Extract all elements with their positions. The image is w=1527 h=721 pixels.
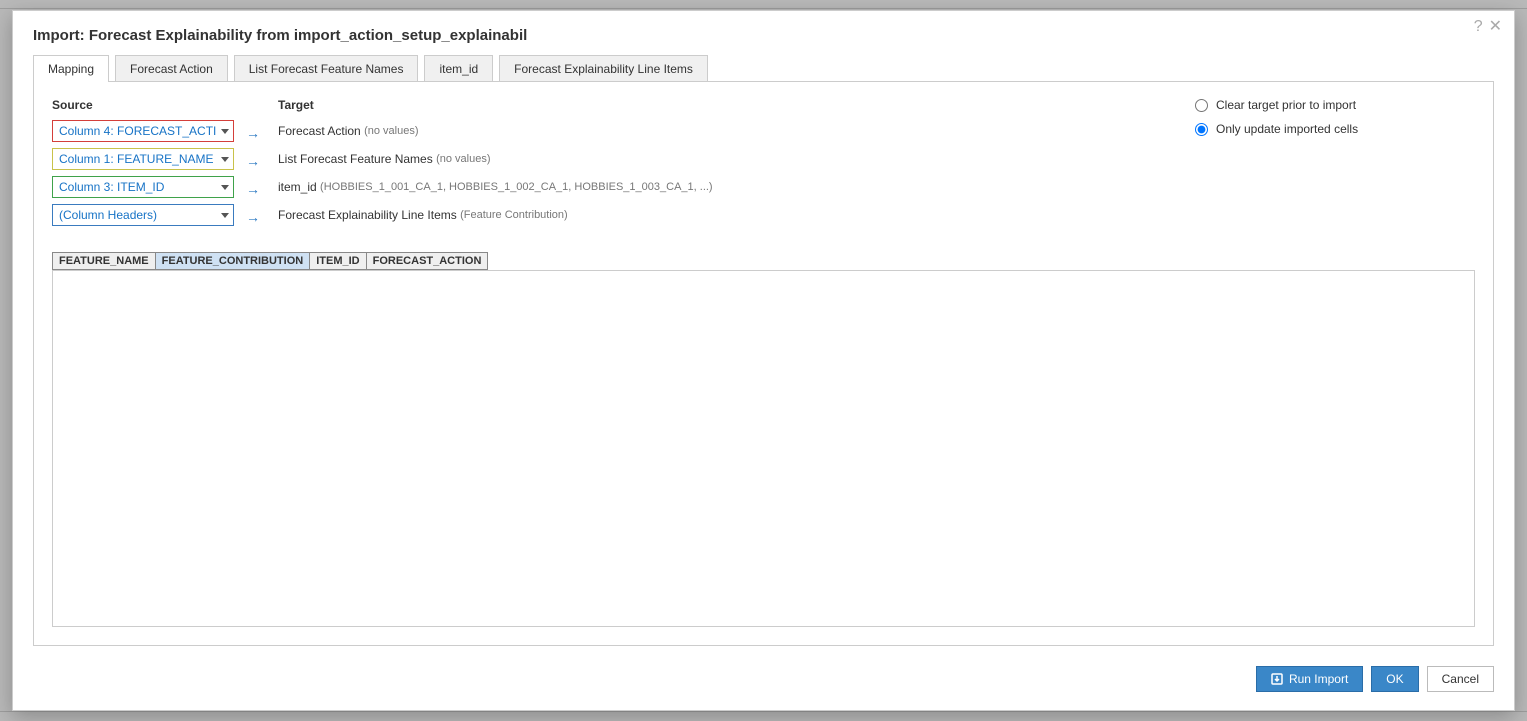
chevron-down-icon [221,213,229,218]
run-import-label: Run Import [1289,672,1348,686]
source-select-label: Column 4: FORECAST_ACTI [59,124,217,138]
source-select-label: Column 3: ITEM_ID [59,180,217,194]
target-hint-2: (HOBBIES_1_001_CA_1, HOBBIES_1_002_CA_1,… [320,181,713,193]
source-select-label: Column 1: FEATURE_NAME [59,152,217,166]
column-tag[interactable]: ITEM_ID [309,252,365,270]
ok-label: OK [1386,672,1403,686]
tab-forecast-explainability-line-items[interactable]: Forecast Explainability Line Items [499,55,708,82]
radio-clear-target[interactable] [1195,99,1208,112]
target-label-2: item_id [278,180,317,194]
column-tag[interactable]: FORECAST_ACTION [366,252,489,270]
tab-mapping[interactable]: Mapping [33,55,109,82]
target-label-1: List Forecast Feature Names [278,152,433,166]
source-header: Source [52,98,234,112]
column-tag-strip: FEATURE_NAME FEATURE_CONTRIBUTION ITEM_I… [52,252,1475,270]
radio-clear-target-label: Clear target prior to import [1216,98,1356,112]
tab-content-mapping: Source Column 4: FORECAST_ACTI Column 1:… [33,81,1494,646]
tab-row: Mapping Forecast Action List Forecast Fe… [33,54,1494,81]
radio-only-update[interactable] [1195,123,1208,136]
close-icon[interactable]: ✕ [1489,19,1502,35]
help-icon[interactable]: ? [1474,19,1483,35]
ok-button[interactable]: OK [1371,666,1418,692]
import-dialog: ? ✕ Import: Forecast Explainability from… [12,10,1515,711]
target-hint-0: (no values) [364,125,418,137]
cancel-label: Cancel [1442,672,1479,686]
arrow-right-icon: → [246,209,260,225]
chevron-down-icon [221,157,229,162]
source-select-3[interactable]: (Column Headers) [52,204,234,226]
source-select-1[interactable]: Column 1: FEATURE_NAME [52,148,234,170]
source-select-2[interactable]: Column 3: ITEM_ID [52,176,234,198]
column-tag[interactable]: FEATURE_NAME [52,252,155,270]
tab-item-id[interactable]: item_id [424,55,493,82]
tab-list-forecast-feature-names[interactable]: List Forecast Feature Names [234,55,419,82]
chevron-down-icon [221,185,229,190]
target-label-3: Forecast Explainability Line Items [278,208,457,222]
target-hint-1: (no values) [436,153,490,165]
dialog-title: Import: Forecast Explainability from imp… [13,11,1514,54]
column-tag[interactable]: FEATURE_CONTRIBUTION [155,252,310,270]
source-select-0[interactable]: Column 4: FORECAST_ACTI [52,120,234,142]
arrow-right-icon: → [246,125,260,141]
target-hint-3: (Feature Contribution) [460,209,568,221]
radio-only-update-label: Only update imported cells [1216,122,1358,136]
chevron-down-icon [221,129,229,134]
cancel-button[interactable]: Cancel [1427,666,1494,692]
arrow-right-icon: → [246,153,260,169]
dialog-footer: Run Import OK Cancel [13,656,1514,710]
target-label-0: Forecast Action [278,124,361,138]
source-select-label: (Column Headers) [59,208,217,222]
import-icon [1271,673,1283,685]
preview-grid[interactable] [52,270,1475,627]
arrow-right-icon: → [246,181,260,197]
target-header: Target [278,98,1183,112]
run-import-button[interactable]: Run Import [1256,666,1363,692]
tab-forecast-action[interactable]: Forecast Action [115,55,228,82]
